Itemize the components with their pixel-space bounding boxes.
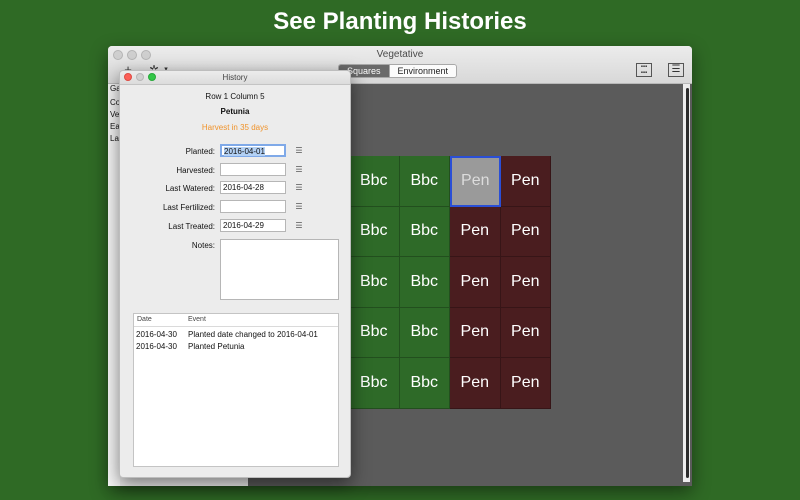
garden-square[interactable]: Bbc bbox=[349, 206, 400, 257]
garden-square[interactable]: Bbc bbox=[349, 358, 400, 409]
garden-square[interactable]: Bbc bbox=[399, 307, 450, 358]
planted-label: Planted: bbox=[185, 147, 215, 156]
history-titlebar: History bbox=[120, 71, 350, 85]
garden-square[interactable]: Bbc bbox=[399, 257, 450, 308]
menu-icon[interactable]: ☰ bbox=[294, 184, 304, 192]
sidebar-item[interactable]: La bbox=[110, 134, 119, 143]
garden-square[interactable]: Bbc bbox=[349, 307, 400, 358]
harvest-status: Harvest in 35 days bbox=[201, 123, 269, 132]
history-title: History bbox=[222, 73, 248, 82]
last-watered-label: Last Watered: bbox=[165, 184, 215, 193]
headline: See Planting Histories bbox=[273, 8, 527, 35]
list-view-icon[interactable]: ☰ bbox=[668, 63, 684, 77]
garden-square[interactable]: Bbc bbox=[399, 156, 450, 207]
garden-square[interactable]: Bbc bbox=[399, 358, 450, 409]
scrollbar-thumb[interactable] bbox=[686, 88, 689, 478]
plant-name: Petunia bbox=[220, 107, 250, 116]
row-date: 2016-04-30 bbox=[136, 330, 177, 339]
last-watered-field[interactable]: 2016-04-28 bbox=[220, 181, 286, 194]
last-treated-label: Last Treated: bbox=[168, 222, 215, 231]
location-text: Row 1 Column 5 bbox=[205, 92, 265, 101]
garden-square[interactable]: Pen bbox=[450, 156, 501, 207]
column-header-event[interactable]: Event bbox=[188, 316, 206, 323]
sidebar-item[interactable]: Ve bbox=[110, 110, 119, 119]
garden-square[interactable]: Pen bbox=[450, 206, 501, 257]
view-segmented-control: Squares Environment bbox=[338, 64, 458, 78]
garden-square[interactable]: Bbc bbox=[399, 206, 450, 257]
garden-square[interactable]: Bbc bbox=[349, 257, 400, 308]
garden-square[interactable]: Pen bbox=[450, 358, 501, 409]
row-date: 2016-04-30 bbox=[136, 342, 177, 351]
last-fertilized-label: Last Fertilized: bbox=[162, 203, 215, 212]
garden-square[interactable]: Pen bbox=[500, 257, 551, 308]
garden-square[interactable]: Pen bbox=[500, 358, 551, 409]
garden-square[interactable]: Pen bbox=[450, 307, 501, 358]
table-row[interactable]: 2016-04-30 Planted date changed to 2016-… bbox=[134, 329, 338, 341]
history-log-table: Date Event 2016-04-30 Planted date chang… bbox=[133, 313, 339, 467]
menu-icon[interactable]: ☰ bbox=[294, 166, 304, 174]
menu-icon[interactable]: ☰ bbox=[294, 203, 304, 211]
tab-environment[interactable]: Environment bbox=[388, 65, 457, 77]
garden-square[interactable]: Pen bbox=[500, 206, 551, 257]
menu-icon[interactable]: ☰ bbox=[294, 147, 304, 155]
table-header: Date Event bbox=[134, 314, 338, 327]
row-event: Planted Petunia bbox=[188, 342, 245, 351]
history-panel: History Row 1 Column 5 Petunia Harvest i… bbox=[119, 70, 351, 478]
garden-square[interactable]: Bbc bbox=[349, 156, 400, 207]
last-treated-field[interactable]: 2016-04-29 bbox=[220, 219, 286, 232]
window-title: Vegetative bbox=[376, 49, 424, 60]
table-row[interactable]: 2016-04-30 Planted Petunia bbox=[134, 341, 338, 353]
harvested-label: Harvested: bbox=[176, 166, 215, 175]
garden-square[interactable]: Pen bbox=[500, 156, 551, 207]
grid-view-icon[interactable]: ▪▪▪ ▪▪▪ bbox=[636, 63, 652, 77]
notes-label: Notes: bbox=[191, 241, 215, 250]
garden-square[interactable]: Pen bbox=[450, 257, 501, 308]
garden-square[interactable]: Pen bbox=[500, 307, 551, 358]
last-fertilized-field[interactable] bbox=[220, 200, 286, 213]
notes-textarea[interactable] bbox=[220, 239, 339, 300]
menu-icon[interactable]: ☰ bbox=[294, 222, 304, 230]
column-header-date[interactable]: Date bbox=[137, 316, 152, 323]
harvested-field[interactable] bbox=[220, 163, 286, 176]
planted-field[interactable]: 2016-04-01 bbox=[220, 144, 286, 157]
row-event: Planted date changed to 2016-04-01 bbox=[188, 330, 318, 339]
